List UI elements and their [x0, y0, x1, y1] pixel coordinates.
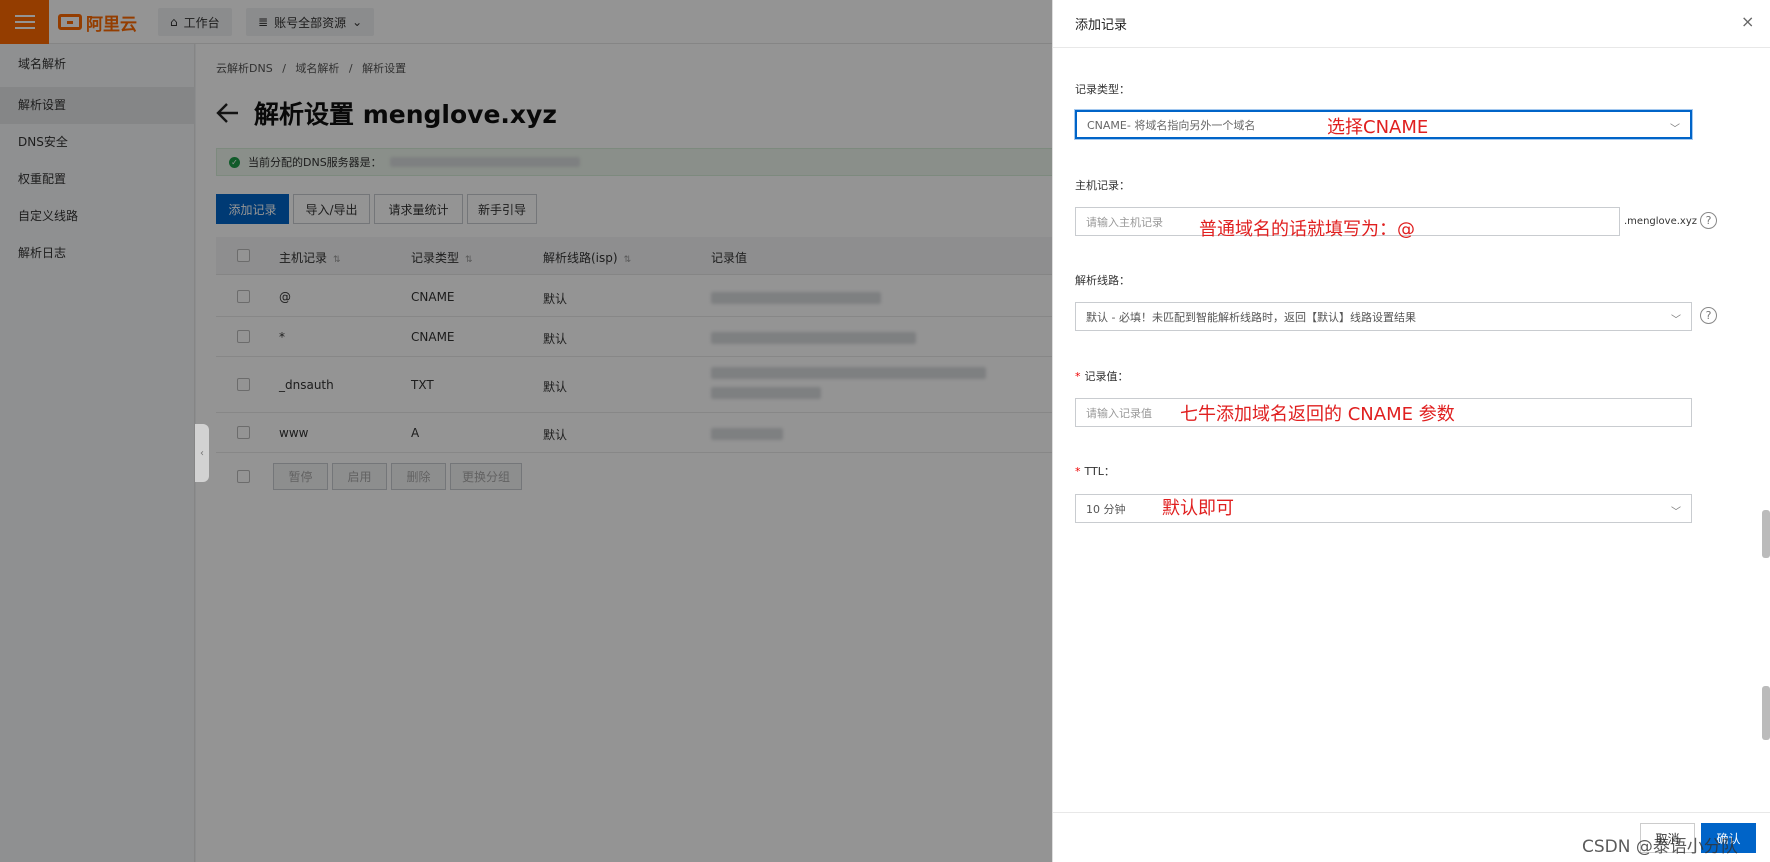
ttl-value: 10 分钟: [1086, 502, 1126, 516]
annotation-ttl: 默认即可: [1162, 498, 1234, 519]
sidebar-collapse-handle[interactable]: ‹: [195, 424, 209, 482]
required-mark: *: [1075, 465, 1081, 478]
scrollbar-thumb[interactable]: [1762, 686, 1770, 740]
line-value: 默认 - 必填！未匹配到智能解析线路时，返回【默认】线路设置结果: [1086, 310, 1416, 324]
domain-suffix: .menglove.xyz: [1624, 216, 1697, 227]
help-icon[interactable]: ?: [1700, 307, 1717, 324]
drawer-title: 添加记录: [1075, 18, 1128, 33]
help-icon[interactable]: ?: [1700, 212, 1717, 229]
annotation-record-value: 七牛添加域名返回的 CNAME 参数: [1180, 404, 1455, 425]
chevron-down-icon: ﹀: [1671, 507, 1681, 518]
host-label: 主机记录：: [1075, 179, 1130, 192]
record-type-value: CNAME- 将域名指向另外一个域名: [1087, 118, 1256, 132]
scrollbar-thumb[interactable]: [1762, 510, 1770, 558]
record-value-placeholder: 请输入记录值: [1086, 406, 1152, 420]
ttl-label: * TTL：: [1075, 465, 1115, 478]
line-label: 解析线路：: [1075, 274, 1130, 287]
required-mark: *: [1075, 370, 1081, 383]
record-type-label: 记录类型：: [1075, 83, 1130, 96]
chevron-left-icon: ‹: [200, 447, 204, 459]
annotation-host: 普通域名的话就填写为：@: [1199, 219, 1415, 240]
add-record-drawer: 添加记录 × 记录类型： CNAME- 将域名指向另外一个域名 ﹀ 选择CNAM…: [1052, 0, 1770, 862]
modal-overlay[interactable]: [0, 0, 1052, 862]
chevron-down-icon: ﹀: [1670, 124, 1680, 135]
annotation-record-type: 选择CNAME: [1327, 117, 1429, 138]
csdn-watermark: CSDN @泰语小分队: [1582, 837, 1738, 857]
drawer-header: [1053, 0, 1770, 48]
record-value-label: * 记录值：: [1075, 370, 1129, 383]
close-icon[interactable]: ×: [1741, 12, 1754, 31]
line-select[interactable]: 默认 - 必填！未匹配到智能解析线路时，返回【默认】线路设置结果 ﹀: [1075, 302, 1692, 331]
chevron-down-icon: ﹀: [1671, 315, 1681, 326]
host-placeholder: 请输入主机记录: [1086, 215, 1163, 229]
